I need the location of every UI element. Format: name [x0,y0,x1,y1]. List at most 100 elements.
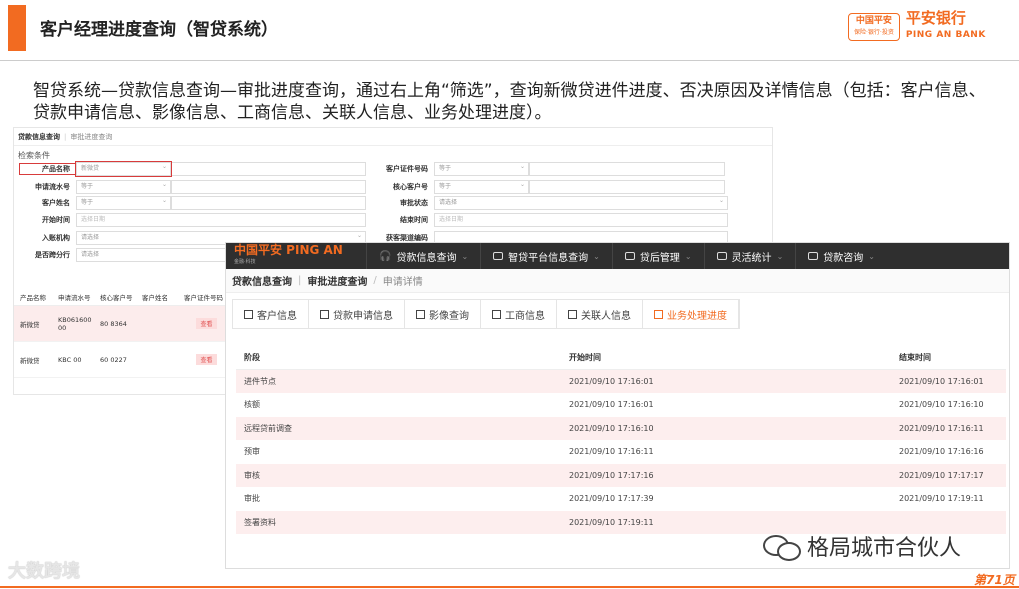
cell-end: 2021/09/10 17:16:16 [899,447,984,457]
slide-description: 智贷系统—贷款信息查询—审批进度查询，通过右上角“筛选”，查询新微贷进件进度、否… [33,81,986,123]
badge-sub: 保险·银行·投资 [854,29,894,36]
product-name-extra[interactable] [171,162,366,176]
start-time-input[interactable]: 选择日期 [76,213,366,227]
chevron-down-icon: ⌄ [776,251,784,261]
chevron-down-icon: ⌄ [461,251,469,261]
headset-icon: 🎧 [379,250,392,262]
breadcrumb-loan-query[interactable]: 贷款信息查询 [232,273,292,288]
apply-no-select[interactable]: 等于 [76,179,171,194]
badge-main: 中国平安 [855,16,892,26]
detail-breadcrumb: 贷款信息查询 | 审批进度查询 / 申请详情 [226,269,1009,293]
cell-stage: 签署资料 [244,517,276,527]
table-row: 进件节点 2021/09/10 17:16:01 2021/09/10 17:16:… [236,369,1006,393]
pingan-badge: 中国平安 保险·银行·投资 [848,13,900,41]
apply-no-input[interactable] [171,180,366,194]
view-button[interactable]: 查看 [196,354,217,365]
bank-name-cn: 平安银行 [905,9,966,27]
cell-product: 新微贷 [20,320,40,329]
tab-image-query[interactable]: 影像查询 [405,300,481,328]
nav-loan-query[interactable]: 🎧 贷款信息查询 ⌄ [366,243,480,269]
cell-stage: 审批 [244,494,260,504]
end-time-label: 结束时间 [400,216,428,224]
nav-label: 灵活统计 [731,252,772,264]
core-no-input[interactable] [529,180,725,194]
core-no-select[interactable]: 等于 [434,179,529,194]
tab-label: 贷款申请信息 [333,310,393,322]
core-no-label: 核心客户号 [393,183,428,191]
dashu-watermark: 大数跨境 [8,561,80,582]
product-name-select[interactable]: 新微贷 [75,161,172,177]
org-label: 入账机构 [42,234,70,242]
bottom-rule [0,586,1019,588]
cell-stage: 审核 [244,470,260,480]
header-name: 客户姓名 [142,293,168,302]
document-icon [244,309,253,319]
chevron-down-icon: ⌄ [593,251,600,261]
cell-core-no: 60 0227 [100,355,127,364]
apply-no-label: 申请流水号 [35,183,70,191]
breadcrumb-main[interactable]: 贷款信息查询 [18,132,60,142]
cell-end: 2021/09/10 17:16:01 [899,376,984,386]
cust-name-select[interactable]: 等于 [76,195,171,210]
tab-related-persons[interactable]: 关联人信息 [557,300,643,328]
cell-core-no: 80 8364 [100,319,127,328]
cell-apply-no: KB061600 00 [58,315,92,332]
cell-stage: 进件节点 [244,376,276,386]
breadcrumb-tab[interactable]: 审批进度查询 [70,132,112,142]
table-row[interactable]: 新微贷 KB061600 00 80 8364 查看 [14,306,229,342]
pingan-logo: 中国平安 保险·银行·投资 平安银行 PING AN BANK [848,10,986,44]
card-icon [808,252,819,260]
nav-consult[interactable]: 贷款咨询 ⌄ [795,243,887,269]
tab-label: 工商信息 [505,310,545,322]
tab-business-info[interactable]: 工商信息 [481,300,557,328]
cell-end: 2021/09/10 17:16:11 [899,423,984,433]
cert-no-select[interactable]: 等于 [434,161,529,176]
pingan-brand: 中国平安 PING AN 金融·科技 [226,244,366,268]
nav-label: 智贷平台信息查询 [508,252,589,264]
cust-name-input[interactable] [171,196,366,210]
card-icon [716,252,727,260]
cell-stage: 核额 [244,400,260,410]
table-row: 审批 2021/09/10 17:17:39 2021/09/10 17:19:11 [236,487,1006,511]
wechat-label: 格局城市合伙人 [807,536,962,561]
table-row: 预审 2021/09/10 17:16:11 2021/09/10 17:16:16 [236,440,1006,464]
detail-panel: 中国平安 PING AN 金融·科技 🎧 贷款信息查询 ⌄ 智贷平台信息查询 ⌄… [225,242,1010,569]
cell-start: 2021/09/10 17:16:10 [569,423,654,433]
search-results-table: 产品名称 申请流水号 核心客户号 客户姓名 客户证件号码 新微贷 KB06160… [14,288,229,378]
tab-loan-application[interactable]: 贷款申请信息 [309,300,405,328]
tab-customer-info[interactable]: 客户信息 [233,300,309,328]
table-row[interactable]: 新微贷 KBC 00 60 0227 查看 [14,342,229,378]
approve-status-select[interactable]: 请选择 [434,195,728,210]
search-breadcrumb: 贷款信息查询 | 审批进度查询 [14,128,772,146]
start-time-label: 开始时间 [42,216,70,224]
table-row: 核额 2021/09/10 17:16:01 2021/09/10 17:16:10 [236,393,1006,417]
cell-start: 2021/09/10 17:19:11 [569,517,654,527]
chevron-down-icon: ⌄ [868,251,875,261]
criteria-label: 检索条件 [18,151,50,160]
top-nav: 中国平安 PING AN 金融·科技 🎧 贷款信息查询 ⌄ 智贷平台信息查询 ⌄… [226,243,1009,269]
cell-end: 2021/09/10 17:16:10 [899,400,984,410]
header-divider [0,60,1019,61]
nav-post-loan[interactable]: 贷后管理 ⌄ [611,243,704,269]
cell-end: 2021/09/10 17:19:11 [899,494,984,504]
breadcrumb-approval[interactable]: 审批进度查询 [307,273,367,288]
nav-label: 贷款信息查询 [396,252,457,264]
cell-start: 2021/09/10 17:16:01 [569,376,654,386]
approve-status-label: 审批状态 [400,199,428,207]
cell-start: 2021/09/10 17:16:01 [569,400,654,410]
view-button[interactable]: 查看 [196,318,217,329]
header-start: 开始时间 [569,352,601,362]
brand-sub: 金融·科技 [234,259,256,265]
tab-business-progress[interactable]: 业务处理进度 [643,300,739,328]
nav-label: 贷款咨询 [823,252,864,264]
cert-no-input[interactable] [529,162,725,176]
card-icon [493,252,504,260]
document-icon [320,309,329,319]
tab-label: 客户信息 [257,310,297,322]
nav-platform-query[interactable]: 智贷平台信息查询 ⌄ [480,243,612,269]
end-time-input[interactable]: 选择日期 [434,213,728,227]
brand-text: 中国平安 PING AN [234,243,343,257]
nav-statistics[interactable]: 灵活统计 ⌄ [703,243,796,269]
tab-label: 影像查询 [429,310,469,322]
cell-stage: 远程贷前调查 [244,423,292,433]
